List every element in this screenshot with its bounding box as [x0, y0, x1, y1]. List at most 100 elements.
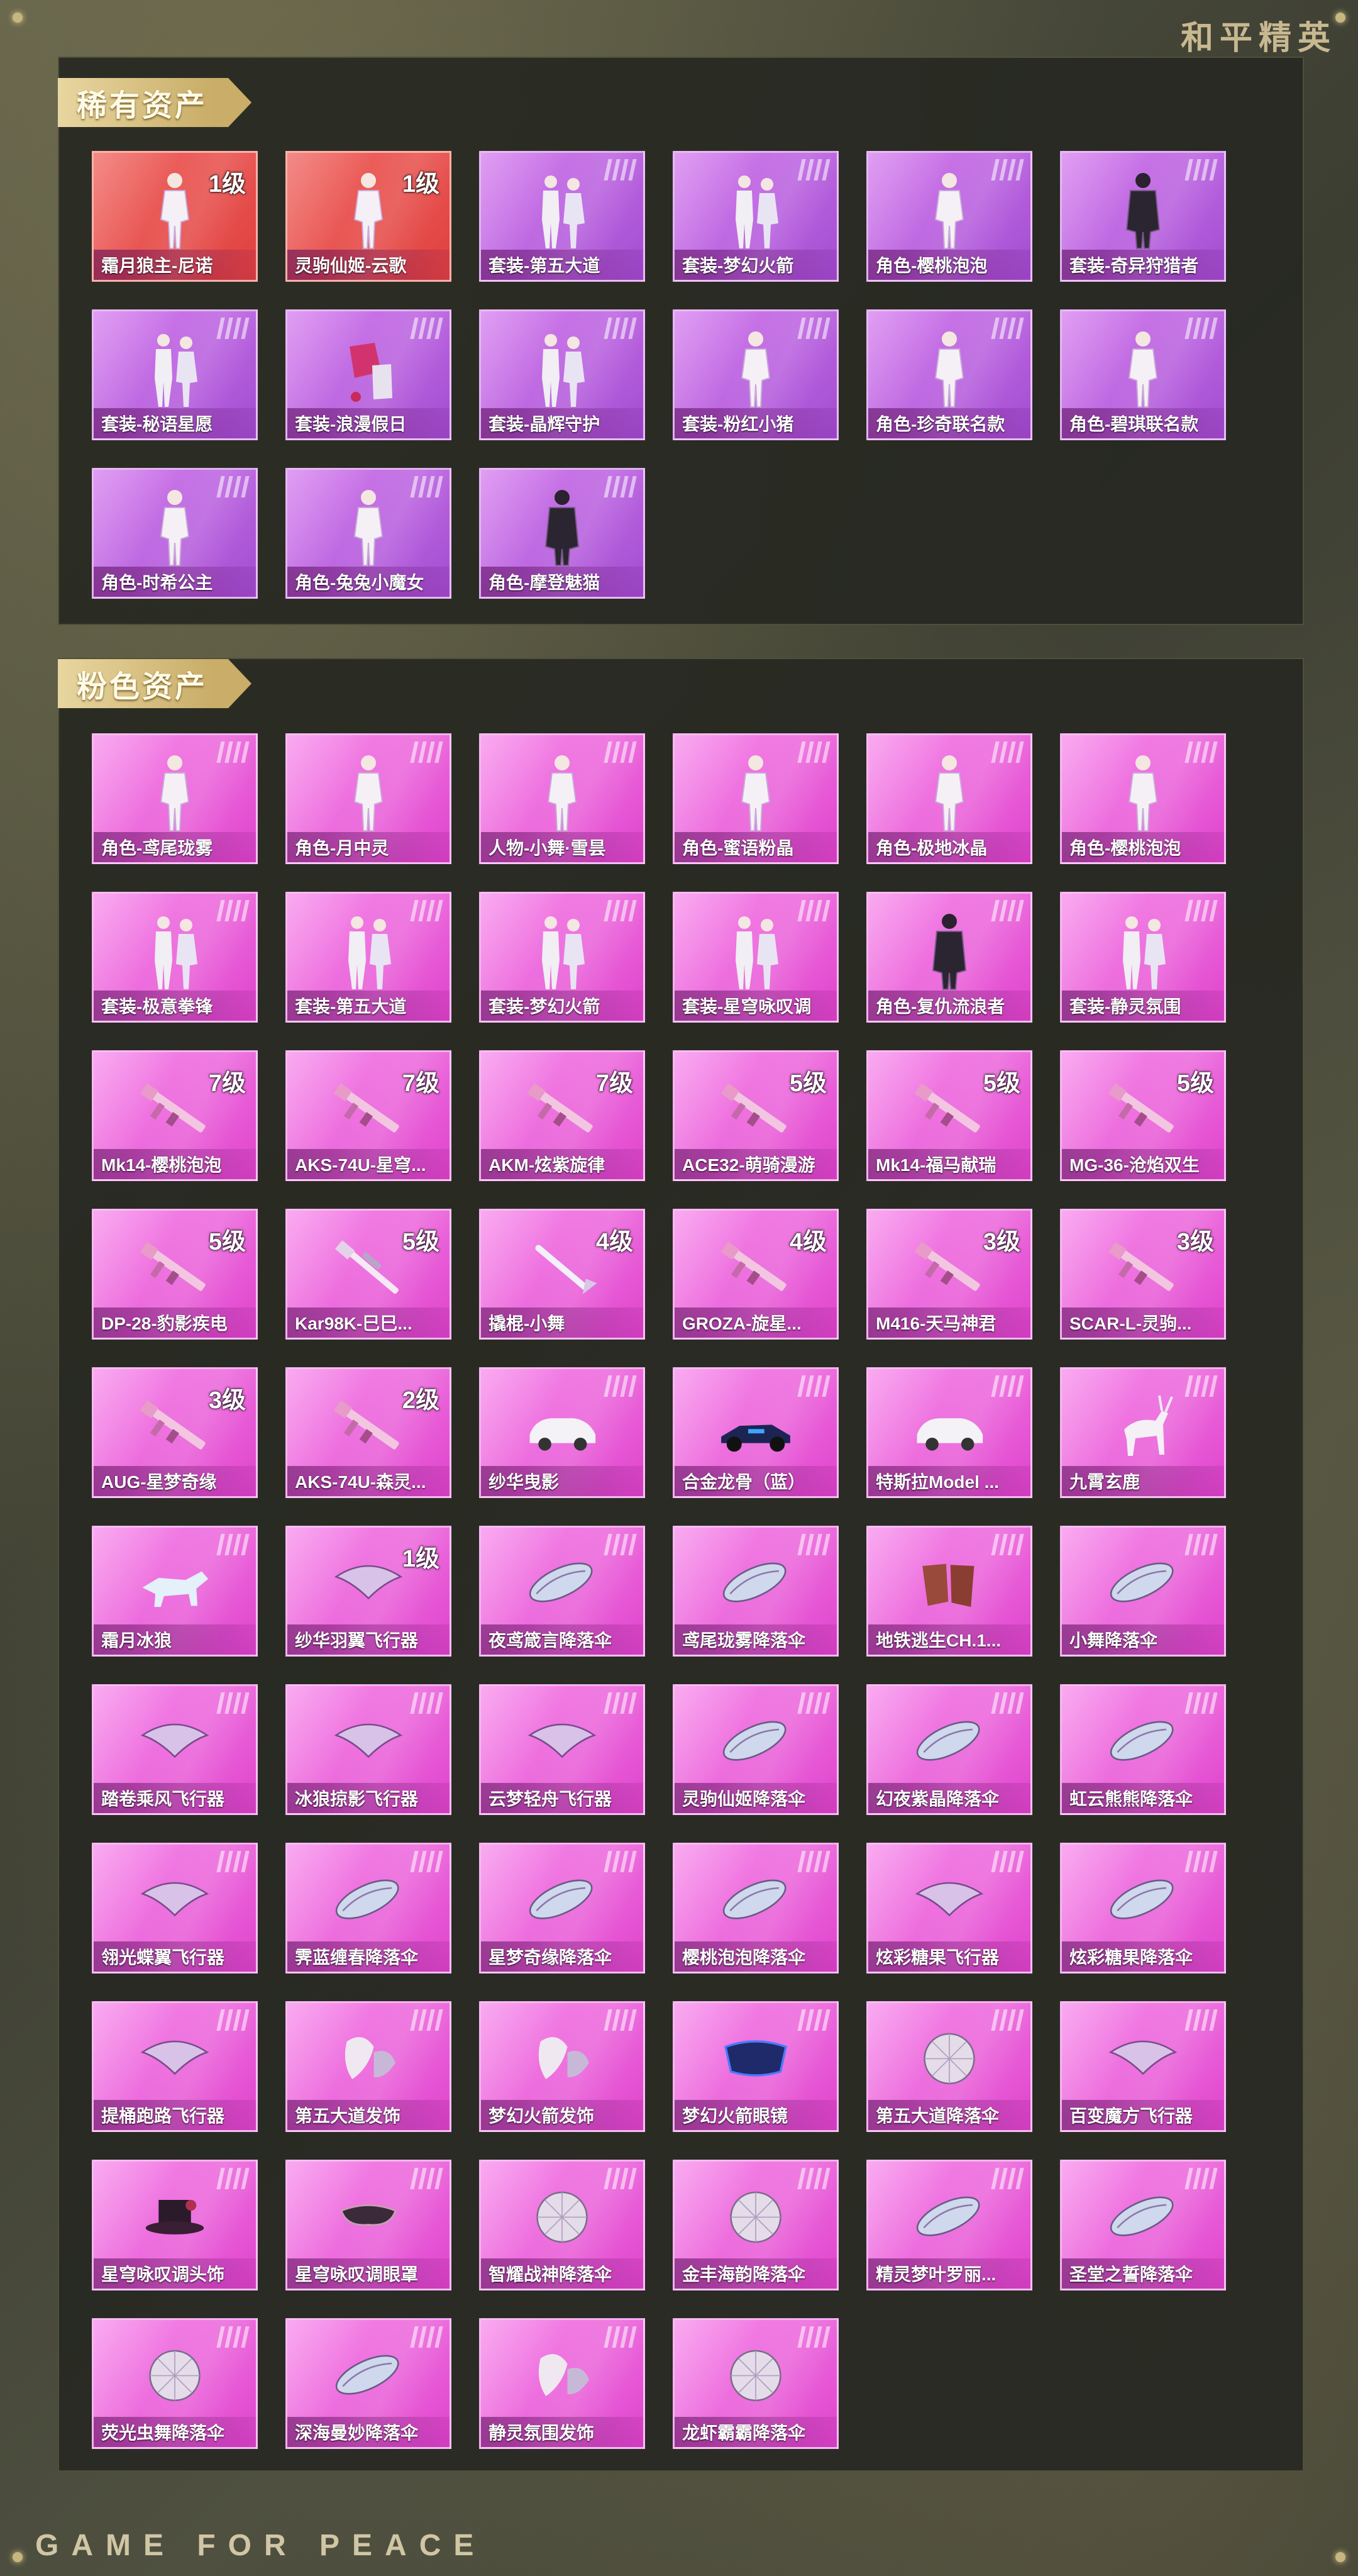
- asset-card[interactable]: 荧光虫舞降落伞: [92, 2318, 258, 2449]
- asset-card[interactable]: 1级 纱华羽翼飞行器: [285, 1526, 451, 1657]
- asset-label: 翎光蝶翼飞行器: [94, 1941, 256, 1972]
- asset-card[interactable]: 角色-月中灵: [285, 733, 451, 864]
- asset-card[interactable]: 人物-小舞·雪昙: [479, 733, 645, 864]
- asset-card[interactable]: 九霄玄鹿: [1060, 1367, 1226, 1498]
- asset-card[interactable]: 第五大道发饰: [285, 2001, 451, 2132]
- asset-card[interactable]: 1级 灵驹仙姬-云歌: [285, 151, 451, 282]
- asset-card[interactable]: 5级 MG-36-沧焰双生: [1060, 1050, 1226, 1181]
- asset-card[interactable]: 鸢尾珑雾降落伞: [673, 1526, 839, 1657]
- asset-card[interactable]: 特斯拉Model ...: [866, 1367, 1032, 1498]
- asset-card[interactable]: 龙虾霸霸降落伞: [673, 2318, 839, 2449]
- asset-card[interactable]: 2级 AKS-74U-森灵...: [285, 1367, 451, 1498]
- asset-card[interactable]: 7级 Mk14-樱桃泡泡: [92, 1050, 258, 1181]
- asset-card[interactable]: 樱桃泡泡降落伞: [673, 1843, 839, 1974]
- asset-card[interactable]: 小舞降落伞: [1060, 1526, 1226, 1657]
- pink-assets-grid: 角色-鸢尾珑雾 角色-月中灵 人物-小舞·雪昙 角色-蜜语粉晶 角色-极地冰晶 角色-樱桃…: [92, 733, 1226, 2449]
- asset-card[interactable]: 合金龙骨（蓝）: [673, 1367, 839, 1498]
- asset-card[interactable]: 角色-极地冰晶: [866, 733, 1032, 864]
- asset-card[interactable]: 套装-梦幻火箭: [673, 151, 839, 282]
- asset-card[interactable]: 第五大道降落伞: [866, 2001, 1032, 2132]
- asset-card[interactable]: 3级 SCAR-L-灵驹...: [1060, 1209, 1226, 1340]
- outfit-pair-icon: [137, 910, 213, 992]
- asset-card[interactable]: 炫彩糖果飞行器: [866, 1843, 1032, 1974]
- asset-card[interactable]: 套装-第五大道: [479, 151, 645, 282]
- asset-card[interactable]: 角色-复仇流浪者: [866, 892, 1032, 1023]
- asset-card[interactable]: 套装-极意拳锋: [92, 892, 258, 1023]
- asset-card[interactable]: 幻夜紫晶降落伞: [866, 1684, 1032, 1815]
- tier-stripes: [410, 318, 443, 339]
- asset-card[interactable]: 7级 AKM-炫紫旋律: [479, 1050, 645, 1181]
- asset-card[interactable]: 静灵氛围发饰: [479, 2318, 645, 2449]
- parachute-icon: [912, 1702, 987, 1784]
- asset-card[interactable]: 地铁逃生CH.1...: [866, 1526, 1032, 1657]
- asset-card[interactable]: 5级 ACE32-萌骑漫游: [673, 1050, 839, 1181]
- asset-card[interactable]: 霁蓝缠春降落伞: [285, 1843, 451, 1974]
- asset-card[interactable]: 套装-星穹咏叹调: [673, 892, 839, 1023]
- asset-card[interactable]: 夜鸢箴言降落伞: [479, 1526, 645, 1657]
- asset-label: 星穹咏叹调眼罩: [287, 2258, 450, 2289]
- asset-card[interactable]: 角色-樱桃泡泡: [866, 151, 1032, 282]
- asset-card[interactable]: 虹云熊熊降落伞: [1060, 1684, 1226, 1815]
- asset-card[interactable]: 梦幻火箭发饰: [479, 2001, 645, 2132]
- asset-card[interactable]: 炫彩糖果降落伞: [1060, 1843, 1226, 1974]
- asset-card[interactable]: 角色-樱桃泡泡: [1060, 733, 1226, 864]
- asset-card[interactable]: 角色-珍奇联名款: [866, 309, 1032, 440]
- asset-card[interactable]: 智耀战神降落伞: [479, 2160, 645, 2290]
- asset-label: 炫彩糖果降落伞: [1062, 1941, 1224, 1972]
- parachute-round-icon: [137, 2336, 213, 2418]
- asset-card[interactable]: 踏卷乘风飞行器: [92, 1684, 258, 1815]
- asset-card[interactable]: 套装-浪漫假日: [285, 309, 451, 440]
- asset-label: 角色-复仇流浪者: [868, 991, 1030, 1021]
- asset-card[interactable]: 角色-鸢尾珑雾: [92, 733, 258, 864]
- asset-card[interactable]: 套装-梦幻火箭: [479, 892, 645, 1023]
- asset-card[interactable]: 1级 霜月狼主-尼诺: [92, 151, 258, 282]
- asset-card[interactable]: 3级 AUG-星梦奇缘: [92, 1367, 258, 1498]
- asset-label: Mk14-樱桃泡泡: [94, 1149, 256, 1179]
- asset-card[interactable]: 套装-秘语星愿: [92, 309, 258, 440]
- asset-card[interactable]: 4级 撬棍-小舞: [479, 1209, 645, 1340]
- asset-card[interactable]: 3级 M416-天马神君: [866, 1209, 1032, 1340]
- asset-card[interactable]: 冰狼掠影飞行器: [285, 1684, 451, 1815]
- character-figure-icon: [1105, 328, 1181, 409]
- asset-card[interactable]: 灵驹仙姬降落伞: [673, 1684, 839, 1815]
- section-title-rare: 稀有资产: [58, 78, 252, 127]
- asset-card[interactable]: 角色-兔兔小魔女: [285, 468, 451, 599]
- asset-card[interactable]: 圣堂之誓降落伞: [1060, 2160, 1226, 2290]
- asset-card[interactable]: 星穹咏叹调眼罩: [285, 2160, 451, 2290]
- hair-accessory-icon: [524, 2019, 600, 2101]
- asset-label: 合金龙骨（蓝）: [675, 1466, 837, 1496]
- parachute-icon: [1105, 1702, 1181, 1784]
- asset-card[interactable]: 5级 Mk14-福马献瑞: [866, 1050, 1032, 1181]
- asset-card[interactable]: 角色-摩登魅猫: [479, 468, 645, 599]
- tier-stripes: [604, 1851, 637, 1872]
- asset-card[interactable]: 套装-静灵氛围: [1060, 892, 1226, 1023]
- asset-card[interactable]: 云梦轻舟飞行器: [479, 1684, 645, 1815]
- asset-card[interactable]: 套装-粉红小猪: [673, 309, 839, 440]
- asset-card[interactable]: 精灵梦叶罗丽...: [866, 2160, 1032, 2290]
- asset-card[interactable]: 梦幻火箭眼镜: [673, 2001, 839, 2132]
- asset-card[interactable]: 7级 AKS-74U-星穹...: [285, 1050, 451, 1181]
- asset-card[interactable]: 金丰海韵降落伞: [673, 2160, 839, 2290]
- character-figure-icon: [137, 486, 213, 568]
- asset-card[interactable]: 5级 Kar98K-巳巳...: [285, 1209, 451, 1340]
- asset-card[interactable]: 百变魔方飞行器: [1060, 2001, 1226, 2132]
- glider-icon: [137, 2019, 213, 2101]
- asset-card[interactable]: 纱华曳影: [479, 1367, 645, 1498]
- tier-stripes: [991, 2009, 1024, 2031]
- asset-card[interactable]: 5级 DP-28-豹影疾电: [92, 1209, 258, 1340]
- footer-slogan: GAME FOR PEACE: [35, 2529, 487, 2562]
- asset-card[interactable]: 深海曼妙降落伞: [285, 2318, 451, 2449]
- asset-card[interactable]: 套装-奇异狩猎者: [1060, 151, 1226, 282]
- asset-card[interactable]: 星梦奇缘降落伞: [479, 1843, 645, 1974]
- asset-card[interactable]: 霜月冰狼: [92, 1526, 258, 1657]
- asset-card[interactable]: 4级 GROZA-旋星...: [673, 1209, 839, 1340]
- asset-card[interactable]: 角色-时希公主: [92, 468, 258, 599]
- asset-card[interactable]: 翎光蝶翼飞行器: [92, 1843, 258, 1974]
- asset-card[interactable]: 角色-蜜语粉晶: [673, 733, 839, 864]
- asset-card[interactable]: 星穹咏叹调头饰: [92, 2160, 258, 2290]
- asset-card[interactable]: 套装-第五大道: [285, 892, 451, 1023]
- asset-card[interactable]: 提桶跑路飞行器: [92, 2001, 258, 2132]
- asset-card[interactable]: 套装-晶辉守护: [479, 309, 645, 440]
- asset-card[interactable]: 角色-碧琪联名款: [1060, 309, 1226, 440]
- tier-stripes: [604, 2168, 637, 2189]
